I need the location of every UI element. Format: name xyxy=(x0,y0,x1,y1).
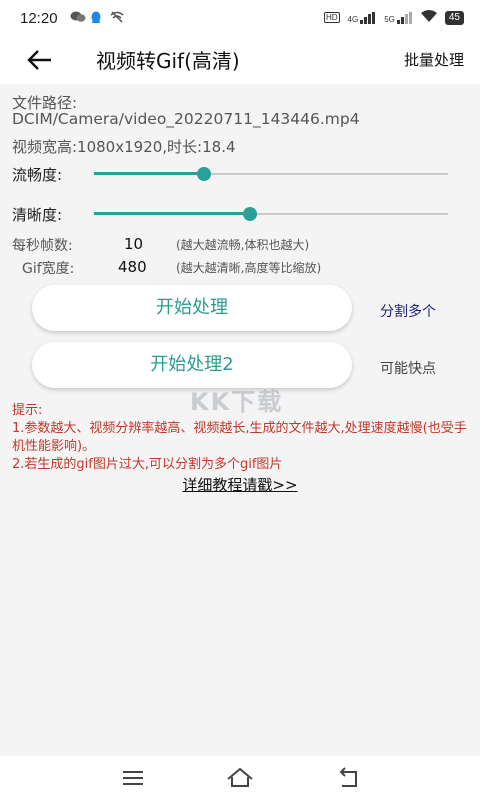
fluency-label: 流畅度: xyxy=(12,166,63,184)
status-time: 12:20 xyxy=(20,10,58,27)
app-bar: 视频转Gif(高清) 批量处理 xyxy=(0,36,480,85)
fluency-slider-thumb[interactable] xyxy=(196,167,211,181)
back-arrow-icon[interactable] xyxy=(24,44,56,76)
notification-icons xyxy=(70,11,124,23)
start-process-button[interactable]: 开始处理 xyxy=(32,285,352,331)
wifi-off-icon xyxy=(110,11,124,23)
signal-4g-icon: 4G xyxy=(347,11,377,24)
tips-line-2: 2.若生成的gif图片过大,可以分割为多个gif图片 xyxy=(12,457,283,472)
system-icons: HD 4G 5G 45 xyxy=(323,10,464,25)
network-label-4g: 4G xyxy=(347,14,359,24)
clarity-slider-fill xyxy=(94,212,250,215)
fluency-slider[interactable] xyxy=(94,164,448,184)
file-path-value: DCIM/Camera/video_20220711_143446.mp4 xyxy=(12,110,360,128)
page-title: 视频转Gif(高清) xyxy=(96,49,240,73)
gif-width-hint: (越大越清晰,高度等比缩放) xyxy=(176,261,322,275)
fps-hint: (越大越流畅,体积也越大) xyxy=(176,238,310,252)
fps-label: 每秒帧数: xyxy=(12,238,73,254)
battery-icon: 45 xyxy=(444,10,464,25)
gif-width-input[interactable]: 480 xyxy=(118,258,147,276)
main-content: 文件路径: DCIM/Camera/video_20220711_143446.… xyxy=(0,84,480,756)
navigation-bar xyxy=(0,756,480,800)
hd-badge: HD xyxy=(323,12,340,23)
split-multiple-link[interactable]: 分割多个 xyxy=(380,301,436,321)
back-nav-icon[interactable] xyxy=(332,764,362,792)
maybe-faster-label: 可能快点 xyxy=(380,361,436,377)
qq-icon xyxy=(90,11,104,23)
tips-line-1: 1.参数越大、视频分辨率越高、视频越长,生成的文件越大,处理速度越慢(也受手机性… xyxy=(12,421,467,454)
home-icon[interactable] xyxy=(225,764,255,792)
fps-input[interactable]: 10 xyxy=(124,235,143,253)
clarity-slider-thumb[interactable] xyxy=(242,207,257,221)
gif-width-label: Gif宽度: xyxy=(22,261,75,277)
fluency-slider-fill xyxy=(94,172,204,175)
wifi-icon xyxy=(420,10,437,25)
wechat-icon xyxy=(70,11,86,23)
signal-5g-icon: 5G xyxy=(384,11,413,24)
clarity-slider[interactable] xyxy=(94,204,448,224)
video-info: 视频宽高:1080x1920,时长:18.4 xyxy=(12,138,236,156)
tutorial-link[interactable]: 详细教程请戳>> xyxy=(0,474,480,495)
batch-process-button[interactable]: 批量处理 xyxy=(404,49,464,70)
watermark: KK下载 xyxy=(190,388,284,416)
status-bar: 12:20 HD 4G 5G 45 xyxy=(0,0,480,36)
clarity-label: 清晰度: xyxy=(12,206,63,224)
menu-icon[interactable] xyxy=(118,764,148,792)
network-label-5g: 5G xyxy=(384,14,395,24)
